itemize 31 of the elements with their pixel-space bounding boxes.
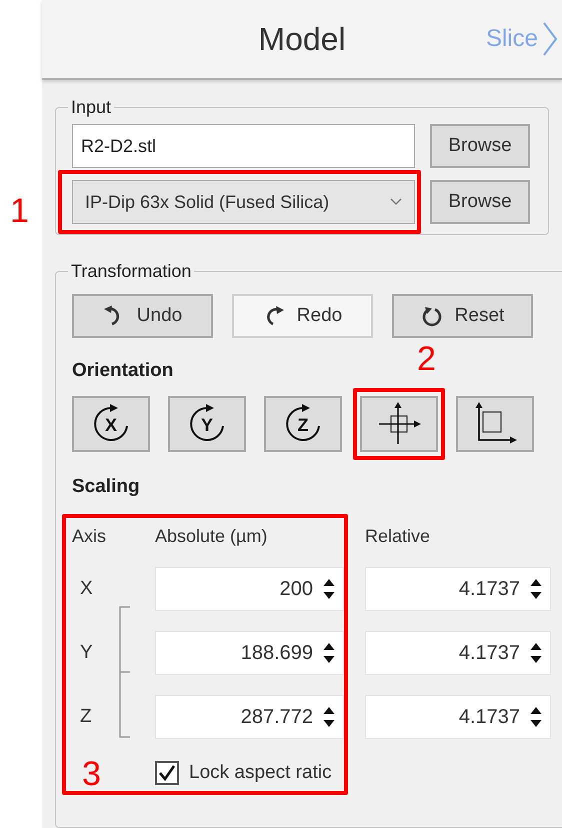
rotate-button[interactable]: X [72,396,150,452]
number-field[interactable]: 4.1737 [365,695,551,739]
browse-button[interactable]: Browse [430,124,530,168]
callout-number: 1 [10,194,29,228]
group-title: Input [70,97,112,118]
column-header: Relative [365,526,432,547]
axis-label: Y [79,642,94,664]
callout-number: 2 [417,342,436,376]
callout-number: 3 [82,757,101,791]
group-title: Transformation [70,261,192,282]
file-path-field[interactable]: R2-D2.stl [72,124,415,168]
undo-button[interactable]: Undo [72,294,213,338]
material-dropdown[interactable]: IP-Dip 63x Solid (Fused Silica) [72,180,415,224]
number-field[interactable]: 188.699 [155,631,344,675]
section-heading: Orientation [72,360,174,382]
rotate-button[interactable]: Z [264,396,342,452]
column-header: Axis [72,526,108,547]
axis-label: X [79,578,94,600]
rotate-button[interactable]: Y [168,396,246,452]
column-header: Absolute (µm) [155,526,268,547]
browse-button[interactable]: Browse [430,180,530,224]
number-field[interactable]: 4.1737 [365,631,551,675]
redo-button[interactable]: Redo [232,294,373,338]
number-field[interactable]: 200 [155,567,344,611]
checkbox-label: Lock aspect ratic [189,762,332,784]
number-field[interactable]: 287.772 [155,695,344,739]
reset-button[interactable]: Reset [392,294,533,338]
number-field[interactable]: 4.1737 [365,567,551,611]
page-title: Model [258,20,346,58]
axis-label: Z [79,706,93,728]
section-heading: Scaling [72,476,140,498]
